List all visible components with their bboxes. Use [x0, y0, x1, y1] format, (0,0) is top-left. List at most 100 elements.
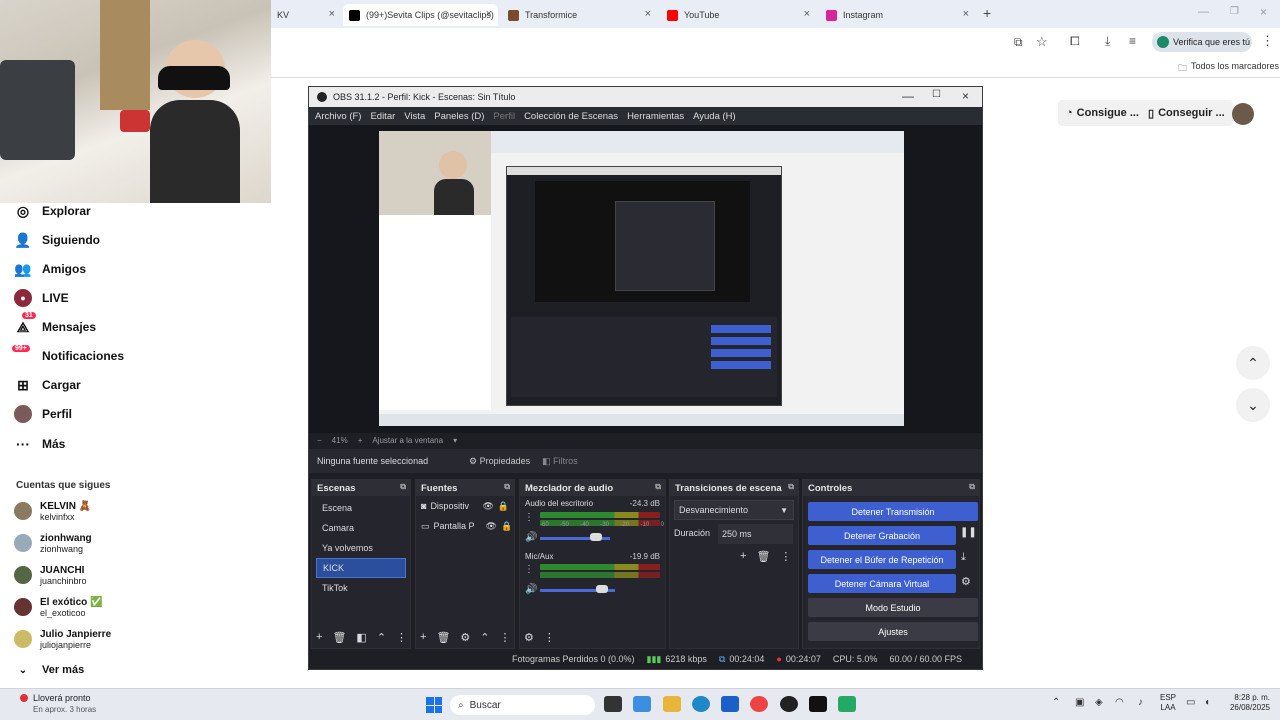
popout-icon[interactable]: ⧉: [969, 482, 975, 492]
scene-item[interactable]: TikTok: [316, 578, 406, 598]
menu-item[interactable]: Colección de Escenas: [524, 111, 618, 122]
nav-item-amigos[interactable]: 👥 Amigos: [14, 258, 86, 280]
cast-icon[interactable]: ⧉: [1014, 35, 1023, 50]
scene-item[interactable]: Ya volvemos: [316, 538, 406, 558]
minimize-icon[interactable]: —: [1198, 6, 1209, 18]
stop-replay-buffer-button[interactable]: Detener el Búfer de Repetición: [808, 550, 956, 569]
more-icon[interactable]: ⋮: [544, 631, 555, 644]
nav-item-explorar[interactable]: ◎ Explorar: [14, 200, 91, 222]
settings-button[interactable]: Ajustes: [808, 622, 978, 641]
trash-icon[interactable]: 🗑: [332, 631, 346, 644]
nav-item-mas[interactable]: ··· Más: [14, 433, 65, 455]
popout-icon[interactable]: ⧉: [504, 482, 510, 492]
account-item[interactable]: zionhwang zionhwang: [14, 529, 92, 557]
add-icon[interactable]: +: [740, 550, 746, 563]
more-icon[interactable]: ⋮: [524, 564, 534, 575]
save-replay-icon[interactable]: ⤓: [961, 551, 966, 564]
scroll-up-button[interactable]: ⌃: [1236, 346, 1270, 380]
trash-icon[interactable]: 🗑: [436, 631, 450, 644]
close-tab-icon[interactable]: ×: [486, 8, 492, 20]
user-avatar[interactable]: [1232, 103, 1254, 125]
taskbar-search[interactable]: ⌕ Buscar: [450, 695, 595, 715]
menu-item[interactable]: Editar: [370, 111, 395, 122]
gear-icon[interactable]: ⚙: [961, 575, 971, 588]
nav-item-live[interactable]: ● LIVE: [14, 287, 69, 309]
nav-item-notificaciones[interactable]: 99+ Notificaciones: [12, 345, 124, 367]
fit-window-label[interactable]: Ajustar a la ventana: [372, 436, 443, 445]
properties-button[interactable]: ⚙ Propiedades: [469, 456, 530, 467]
trash-icon[interactable]: 🗑: [756, 550, 770, 563]
lock-icon[interactable]: 🔒: [501, 521, 512, 532]
chevron-up-icon[interactable]: ⌃: [1052, 697, 1060, 708]
gear-icon[interactable]: ⚙: [524, 631, 534, 644]
get-app-button[interactable]: ▯ Conseguir ...: [1140, 100, 1233, 126]
zoom-out-icon[interactable]: −: [317, 436, 322, 445]
close-tab-icon[interactable]: ×: [329, 8, 335, 20]
tray-app-icon[interactable]: ▣: [1075, 697, 1084, 708]
add-icon[interactable]: +: [316, 631, 322, 644]
obs-taskbar-icon[interactable]: [780, 696, 798, 712]
microphone-icon[interactable]: ♪: [1138, 697, 1143, 708]
volume-icon[interactable]: 🔊: [525, 584, 537, 595]
minimize-icon[interactable]: —: [902, 89, 914, 103]
nav-item-mensajes[interactable]: ⟁ 31 Mensajes: [14, 312, 96, 338]
more-icon[interactable]: ⋮: [524, 512, 534, 523]
menu-item[interactable]: Archivo (F): [315, 111, 361, 122]
weather-label[interactable]: Lloverá pronto: [33, 693, 91, 703]
extensions-icon[interactable]: ⧠: [1070, 34, 1080, 49]
copilot-icon[interactable]: [633, 696, 651, 712]
lock-icon[interactable]: 🔒: [498, 501, 509, 512]
stop-recording-button[interactable]: Detener Grabación: [808, 526, 956, 545]
wifi-icon[interactable]: ◠: [1115, 697, 1124, 708]
chevron-up-icon[interactable]: ⌃: [377, 631, 386, 644]
scroll-down-button[interactable]: ⌄: [1236, 388, 1270, 422]
tray-app-icon[interactable]: ◈: [1095, 697, 1103, 708]
nav-item-perfil[interactable]: Perfil: [14, 403, 72, 425]
stop-streaming-button[interactable]: Detener Transmisión: [808, 502, 978, 521]
chevron-up-icon[interactable]: ⌃: [480, 631, 489, 644]
account-item[interactable]: JUANCHI juanchinbro: [14, 561, 87, 589]
popout-icon[interactable]: ⧉: [655, 482, 661, 492]
download-icon[interactable]: ⤓: [1105, 34, 1110, 49]
close-window-icon[interactable]: ×: [1260, 5, 1267, 19]
browser-tab[interactable]: KV ×: [271, 4, 341, 26]
zoom-in-icon[interactable]: +: [358, 436, 363, 445]
close-tab-icon[interactable]: ×: [963, 8, 969, 20]
reading-list-icon[interactable]: ≡: [1129, 34, 1136, 48]
account-item[interactable]: KELVIN 🧸 kelvinfxx: [14, 497, 91, 525]
stop-virtual-camera-button[interactable]: Detener Cámara Virtual: [808, 574, 956, 593]
edge-icon[interactable]: [692, 696, 710, 712]
filters-button[interactable]: ◧ Filtros: [542, 456, 578, 467]
add-icon[interactable]: +: [420, 631, 426, 644]
scene-item[interactable]: Camara: [316, 518, 406, 538]
tiktok-taskbar-icon[interactable]: [809, 696, 827, 712]
all-bookmarks-button[interactable]: 🗀 Todos los marcadores: [1178, 61, 1279, 77]
browser-tab-active[interactable]: (99+)Sevita Clips (@sevitaclips) ×: [343, 4, 498, 26]
store-icon[interactable]: [721, 696, 739, 712]
account-item[interactable]: Julio Janpierre juliojanpierre: [14, 625, 111, 653]
filter-icon[interactable]: ◧: [356, 631, 366, 644]
menu-item[interactable]: Paneles (D): [434, 111, 484, 122]
popout-icon[interactable]: ⧉: [400, 482, 406, 492]
source-item[interactable]: ▭ Pantalla P 👁 🔒: [416, 516, 514, 536]
eye-icon[interactable]: 👁: [482, 501, 493, 512]
maximize-icon[interactable]: ☐: [932, 89, 941, 100]
nav-item-cargar[interactable]: ⊞ Cargar: [14, 374, 81, 396]
language-indicator[interactable]: ESP LAA: [1160, 693, 1176, 713]
verify-profile-button[interactable]: Verifica que eres tú: [1152, 32, 1252, 52]
volume-slider-handle[interactable]: [590, 533, 602, 541]
task-view-icon[interactable]: [604, 696, 622, 712]
app-taskbar-icon[interactable]: [838, 696, 856, 712]
browser-menu-icon[interactable]: ⋮: [1261, 33, 1274, 49]
eye-icon[interactable]: 👁: [486, 521, 497, 532]
clock[interactable]: 8:28 p. m. 26/08/2025: [1224, 693, 1270, 713]
dropdown-arrow-icon[interactable]: ▾: [453, 436, 457, 445]
windows-start-icon[interactable]: [426, 697, 442, 713]
menu-item[interactable]: Herramientas: [627, 111, 684, 122]
scene-item-selected[interactable]: KICK: [316, 558, 406, 578]
obs-preview[interactable]: [309, 125, 982, 433]
monitor-icon[interactable]: ▭: [1186, 697, 1195, 708]
volume-icon[interactable]: 🔊: [525, 532, 537, 543]
get-coins-button[interactable]: ◔ Consigue ...: [1058, 100, 1147, 126]
more-icon[interactable]: ⋮: [500, 631, 511, 644]
